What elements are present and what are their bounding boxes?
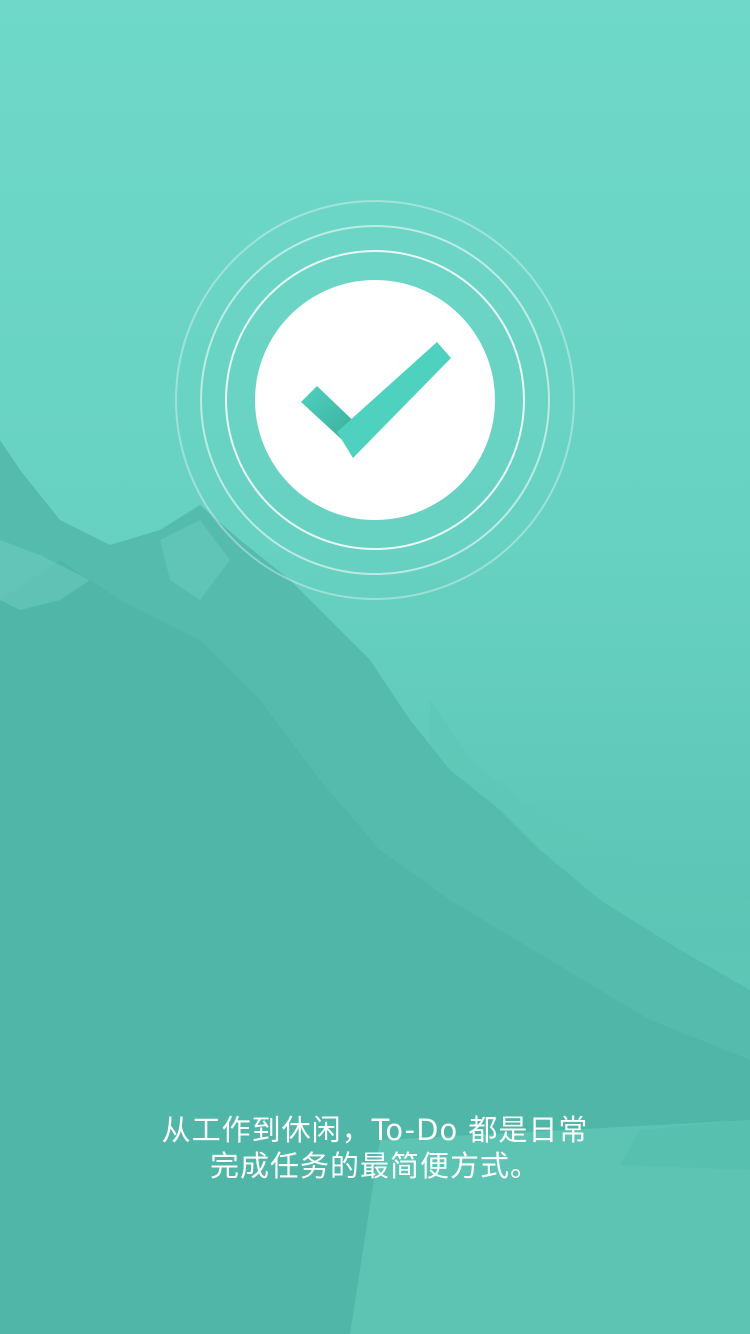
app-logo xyxy=(175,200,575,600)
tagline-line-2: 完成任务的最简便方式。 xyxy=(209,1149,540,1183)
checkmark-icon xyxy=(301,342,451,458)
tagline: 从工作到休闲，To-Do 都是日常 完成任务的最简便方式。 xyxy=(0,1112,750,1184)
splash-screen: 从工作到休闲，To-Do 都是日常 完成任务的最简便方式。 xyxy=(0,0,750,1334)
tagline-line-1: 从工作到休闲，To-Do 都是日常 xyxy=(161,1113,589,1147)
logo-circle xyxy=(255,280,495,520)
